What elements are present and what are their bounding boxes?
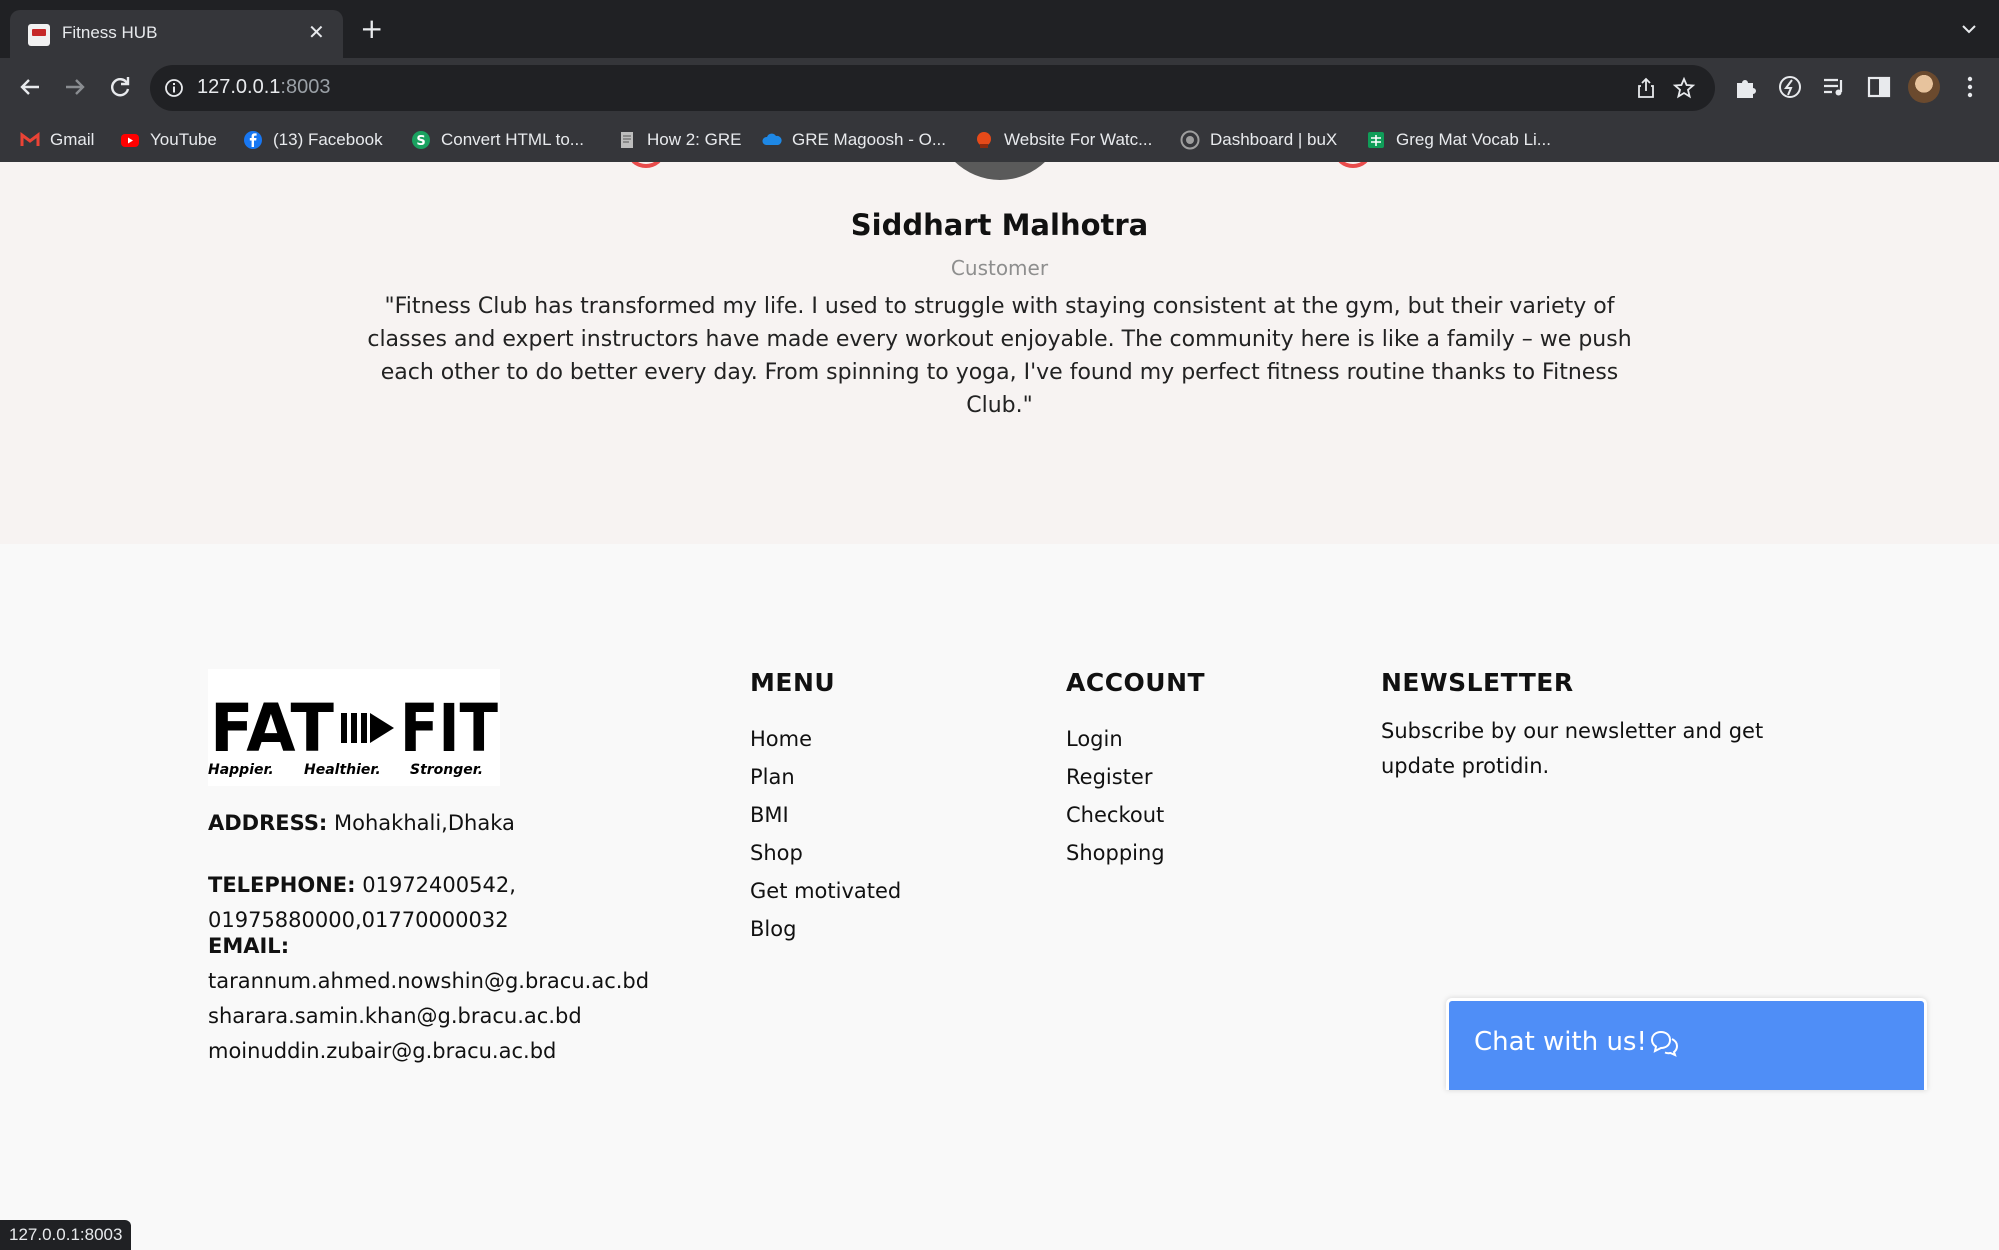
svg-text:S: S [416, 134, 425, 149]
bookmark-convert-html[interactable]: S Convert HTML to... [411, 128, 584, 152]
email-label: EMAIL: [208, 934, 290, 958]
bookmark-facebook[interactable]: (13) Facebook [243, 128, 383, 152]
back-icon[interactable] [15, 72, 45, 102]
youtube-icon [121, 134, 139, 147]
bookmark-label: Convert HTML to... [441, 130, 584, 149]
bookmark-magoosh[interactable]: GRE Magoosh - O... [762, 128, 946, 152]
dashboard-icon [1180, 130, 1200, 150]
email-block: EMAIL: tarannum.ahmed.nowshin@g.bracu.ac… [208, 929, 649, 1069]
chat-label: Chat with us! [1474, 1027, 1647, 1057]
browser-tab[interactable]: Fitness HUB ✕ [10, 10, 343, 58]
convert-icon: S [412, 131, 430, 149]
testimonial-name: Siddhart Malhotra [850, 208, 1149, 242]
bookmark-gmail[interactable]: Gmail [20, 128, 94, 152]
newsletter-text: Subscribe by our newsletter and get upda… [1381, 719, 1764, 778]
browser-tabstrip: Fitness HUB ✕ + [0, 0, 1999, 58]
bookmark-website-watch[interactable]: Website For Watc... [974, 128, 1152, 152]
forward-icon[interactable] [60, 72, 90, 102]
bookmark-star-icon[interactable] [1672, 76, 1696, 100]
sheets-icon [1368, 132, 1384, 148]
testimonial-quote: "Fitness Club has transformed my life. I… [367, 294, 1632, 418]
profile-avatar[interactable] [1908, 71, 1940, 103]
bookmark-how2gre[interactable]: How 2: GRE [617, 128, 741, 152]
bookmark-gregmat-vocab[interactable]: Greg Mat Vocab Li... [1366, 128, 1551, 152]
reload-icon[interactable] [105, 72, 135, 102]
new-tab-icon[interactable]: + [360, 15, 383, 43]
site-info-icon[interactable] [164, 78, 184, 98]
bookmark-label: Greg Mat Vocab Li... [1396, 130, 1551, 149]
telephone-block: TELEPHONE: 01972400542, 01975880000,0177… [208, 868, 516, 938]
newsletter-heading: NEWSLETTER [1381, 668, 1574, 697]
bookmark-label: Website For Watc... [1004, 130, 1153, 149]
footer-link-register[interactable]: Register [1066, 758, 1165, 796]
testimonial-role: Customer [950, 256, 1049, 280]
footer-link-plan[interactable]: Plan [750, 758, 901, 796]
website-icon [977, 132, 991, 148]
extensions-puzzle-icon[interactable] [1731, 72, 1761, 102]
cloud-icon [762, 133, 782, 145]
bookmark-youtube[interactable]: YouTube [120, 128, 217, 152]
address-bar[interactable]: 127.0.0.1:8003 [150, 65, 1715, 111]
page-icon [621, 132, 633, 148]
url-port: :8003 [280, 76, 331, 98]
footer-link-home[interactable]: Home [750, 720, 901, 758]
email-address[interactable]: tarannum.ahmed.nowshin@g.bracu.ac.bd [208, 969, 649, 993]
fitness-hub-favicon [28, 24, 50, 46]
customer-photo [935, 162, 1065, 180]
testimonial-section: Siddhart Malhotra Customer "Fitness Club… [0, 162, 1999, 544]
bookmark-label: How 2: GRE [647, 130, 742, 149]
address-value: Mohakhali,Dhaka [334, 811, 515, 835]
bookmark-label: Gmail [50, 130, 95, 149]
tab-close-icon[interactable]: ✕ [308, 20, 325, 44]
logo-tagline-2: Healthier. [304, 762, 381, 778]
email-address[interactable]: sharara.samin.khan@g.bracu.ac.bd [208, 1004, 582, 1028]
url-host: 127.0.0.1 [197, 76, 281, 98]
share-icon[interactable] [1635, 77, 1657, 99]
footer-account-list: Login Register Checkout Shopping [1066, 720, 1165, 872]
logo-tagline-3: Stronger. [410, 762, 483, 778]
media-queue-icon[interactable] [1819, 72, 1849, 102]
side-panel-icon[interactable] [1864, 72, 1894, 102]
footer-link-get-motivated[interactable]: Get motivated [750, 872, 901, 910]
footer-link-bmi[interactable]: BMI [750, 796, 901, 834]
logo-tagline-1: Happier. [208, 762, 274, 778]
bookmark-label: Dashboard | buX [1210, 130, 1338, 149]
site-footer: FAT FIT Happier. Healthier. Stronger. AD… [0, 544, 1999, 1250]
gmail-icon [20, 132, 40, 146]
slider-decoration-left [628, 162, 664, 168]
footer-link-shop[interactable]: Shop [750, 834, 901, 872]
extension-icon[interactable] [1775, 72, 1805, 102]
address-label: ADDRESS: [208, 811, 328, 835]
footer-menu-list: Home Plan BMI Shop Get motivated Blog [750, 720, 901, 948]
status-bar-url: 127.0.0.1:8003 [0, 1220, 132, 1250]
browser-menu-icon[interactable] [1955, 72, 1985, 102]
account-heading: ACCOUNT [1066, 668, 1206, 697]
bookmarks-bar: Gmail YouTube (13) Facebook S Convert HT… [0, 118, 1999, 162]
telephone-line-1: 01972400542, [362, 873, 516, 897]
logo-word-left: FAT [210, 690, 334, 767]
bookmark-label: YouTube [150, 130, 217, 149]
browser-toolbar: 127.0.0.1:8003 [0, 58, 1999, 118]
menu-heading: MENU [750, 668, 836, 697]
facebook-icon [244, 131, 262, 149]
bookmark-bux-dashboard[interactable]: Dashboard | buX [1180, 128, 1337, 152]
telephone-label: TELEPHONE: [208, 873, 356, 897]
footer-link-checkout[interactable]: Checkout [1066, 796, 1165, 834]
address-block: ADDRESS: Mohakhali,Dhaka [208, 806, 515, 841]
chat-with-us-button[interactable]: Chat with us! [1446, 998, 1927, 1090]
bookmark-label: GRE Magoosh - O... [792, 130, 946, 149]
slider-decoration-right [1335, 162, 1371, 168]
fat-to-fit-logo[interactable]: FAT FIT Happier. Healthier. Stronger. [208, 669, 500, 786]
tab-title: Fitness HUB [62, 23, 158, 42]
email-address[interactable]: moinuddin.zubair@g.bracu.ac.bd [208, 1039, 556, 1063]
footer-link-blog[interactable]: Blog [750, 910, 901, 948]
footer-link-login[interactable]: Login [1066, 720, 1165, 758]
bookmark-label: (13) Facebook [273, 130, 383, 149]
url-text[interactable]: 127.0.0.1:8003 [197, 76, 330, 99]
chat-bubbles-icon [1650, 1030, 1679, 1057]
footer-link-shopping[interactable]: Shopping [1066, 834, 1165, 872]
tab-search-chevron-icon[interactable] [1960, 20, 1978, 38]
logo-word-right: FIT [400, 690, 498, 767]
